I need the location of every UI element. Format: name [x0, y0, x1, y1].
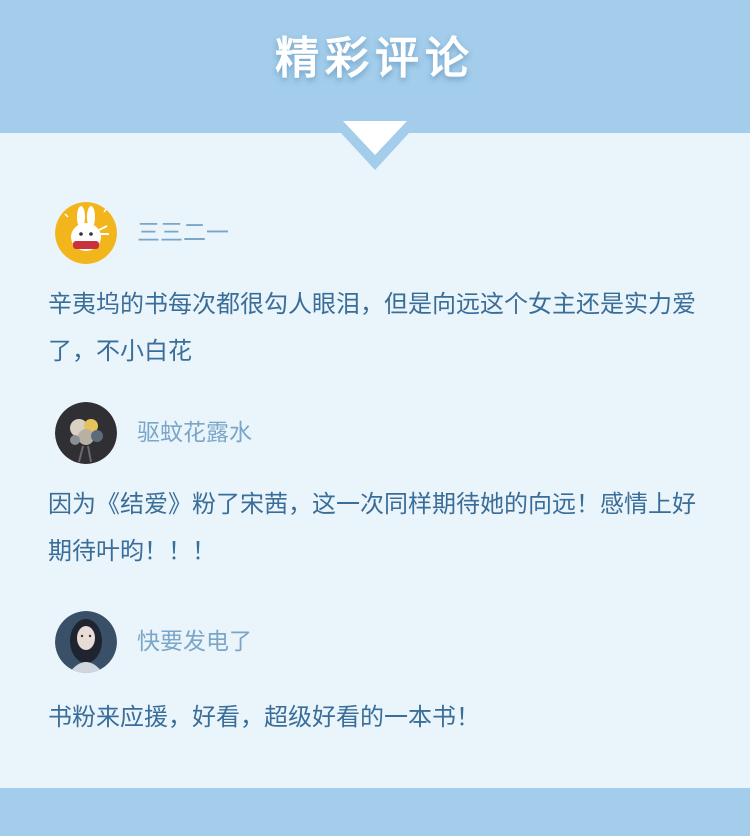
girl-portrait-avatar-icon[interactable]	[55, 611, 117, 673]
flower-bouquet-avatar-icon[interactable]	[55, 402, 117, 464]
header-banner: 精彩评论	[0, 0, 750, 133]
comment-username[interactable]: 快要发电了	[137, 627, 252, 657]
comment-username[interactable]: 驱蚊花露水	[137, 418, 252, 448]
bunny-avatar-icon[interactable]	[55, 202, 117, 264]
down-arrow-notch-icon	[330, 121, 420, 170]
comment-text: 书粉来应援，好看，超级好看的一本书！	[48, 703, 480, 731]
page-title: 精彩评论	[275, 33, 475, 84]
comment-text: 因为《结爱》粉了宋茜，这一次同样期待她的向远！感情上好期待叶昀！！！	[48, 490, 696, 565]
comment-text: 辛夷坞的书每次都很勾人眼泪，但是向远这个女主还是实力爱了，不小白花	[48, 290, 696, 365]
footer-band	[0, 788, 750, 836]
comment-username[interactable]: 三三二一	[137, 218, 229, 248]
